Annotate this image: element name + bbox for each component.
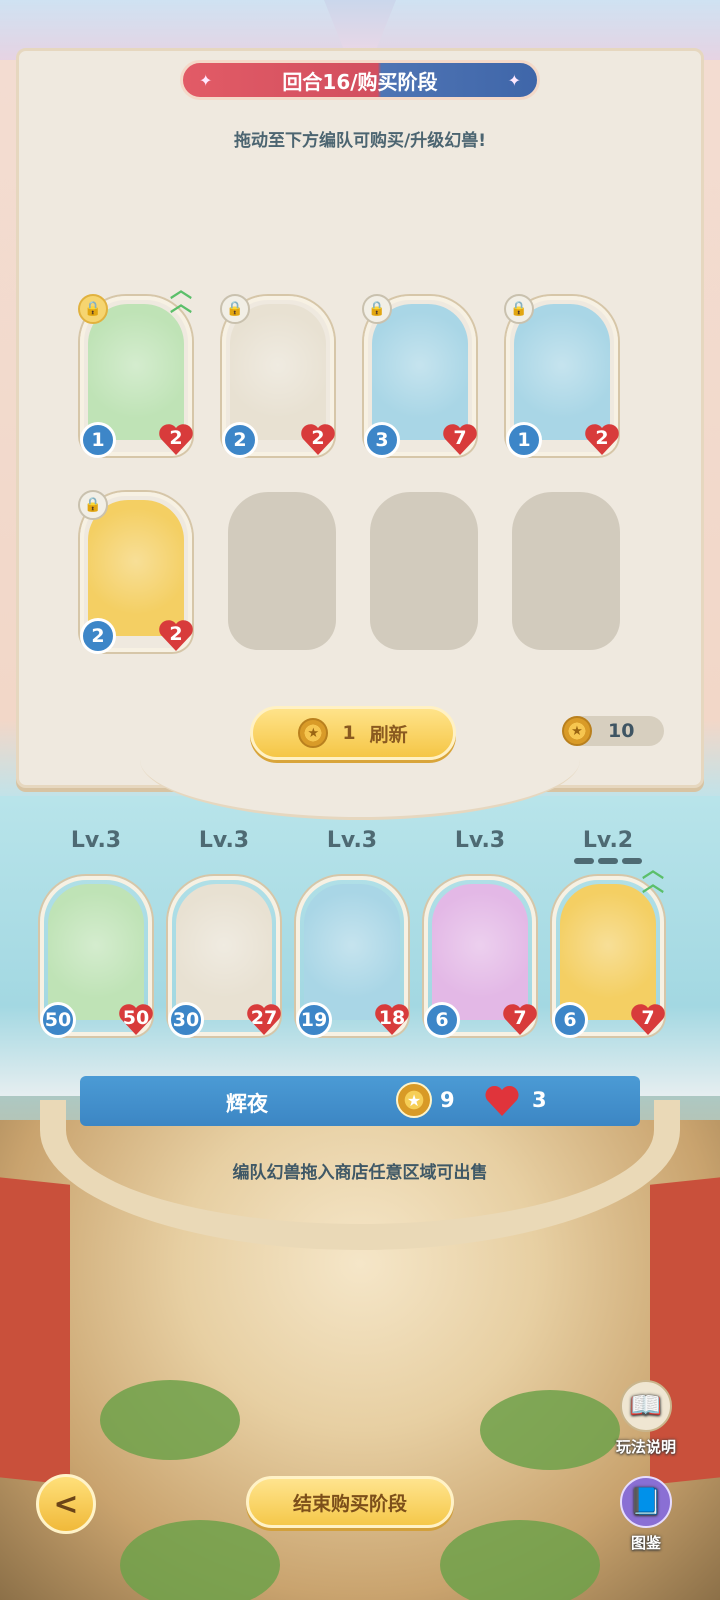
member-level: Lv.3 xyxy=(70,828,122,853)
attack-stat: 50 xyxy=(40,1002,76,1038)
shop-creature-card[interactable]: 🔒 1 2 xyxy=(504,294,618,458)
creature-art xyxy=(48,884,144,1020)
team-creature-card[interactable]: 30 27 xyxy=(168,876,280,1038)
attack-stat: 3 xyxy=(364,422,400,458)
empty-shop-slot[interactable] xyxy=(228,492,336,650)
creature-art xyxy=(560,884,656,1020)
refresh-cost: 1 xyxy=(342,722,356,744)
health-value: 2 xyxy=(311,427,325,449)
health-value: 27 xyxy=(250,1007,278,1029)
shop-instruction: 拖动至下方编队可购买/升级幻兽! xyxy=(234,131,486,151)
team-creature-card[interactable]: 19 18 xyxy=(296,876,408,1038)
back-button[interactable]: < xyxy=(36,1474,96,1534)
coin-balance: ★ 10 xyxy=(562,716,664,746)
creature-art xyxy=(88,500,184,636)
coin-balance-value: 10 xyxy=(608,720,635,742)
medal-count: 9 xyxy=(440,1088,455,1112)
health-value: 2 xyxy=(595,427,609,449)
lock-open-icon[interactable]: 🔒 xyxy=(504,294,534,324)
health-value: 7 xyxy=(641,1007,655,1029)
health-value: 50 xyxy=(122,1007,150,1029)
creature-art xyxy=(304,884,400,1020)
health-value: 2 xyxy=(169,427,183,449)
coin-icon: ★ xyxy=(298,718,329,748)
round-title-ribbon: ✦ 回合16/购买阶段 ✦ xyxy=(180,60,540,100)
health-value: 7 xyxy=(453,427,467,449)
bush xyxy=(100,1380,240,1460)
coin-icon: ★ xyxy=(562,716,592,746)
member-level: Lv.2 xyxy=(582,828,634,853)
heart-icon xyxy=(484,1084,520,1118)
player-info-bar: 辉夜 ★ 9 3 xyxy=(80,1076,640,1126)
creature-art xyxy=(88,304,184,440)
attack-stat: 2 xyxy=(80,618,116,654)
attack-stat: 6 xyxy=(552,1002,588,1038)
back-arrow-icon: < xyxy=(53,1486,79,1522)
shop-creature-card[interactable]: 🔒 3 7 xyxy=(362,294,476,458)
health-value: 2 xyxy=(169,623,183,645)
book-icon: 📖 xyxy=(620,1380,672,1432)
attack-stat: 19 xyxy=(296,1002,332,1038)
attack-stat: 6 xyxy=(424,1002,460,1038)
upgrade-chevron-icon: ︿ ︿ xyxy=(641,858,664,897)
health-value: 18 xyxy=(378,1007,406,1029)
sell-hint: 编队幻兽拖入商店任意区域可出售 xyxy=(232,1163,488,1183)
team-creature-card[interactable]: ︿ ︿ 6 7 xyxy=(552,860,664,1038)
upgrade-chevron-icon: ︿ ︿ xyxy=(169,278,192,317)
attack-stat: 1 xyxy=(80,422,116,458)
lock-open-icon[interactable]: 🔒 xyxy=(362,294,392,324)
sparkle-icon: ✦ xyxy=(507,71,521,90)
lock-open-icon[interactable]: 🔒 xyxy=(220,294,250,324)
attack-stat: 1 xyxy=(506,422,542,458)
creature-art xyxy=(372,304,468,440)
shop-creature-card[interactable]: 🔒 2 2 xyxy=(220,294,334,458)
bush xyxy=(440,1520,600,1600)
level-progress-pips xyxy=(574,858,642,864)
medal-icon: ★ xyxy=(396,1082,432,1118)
lock-closed-icon[interactable]: 🔒 xyxy=(78,294,108,324)
bush xyxy=(480,1390,620,1470)
health-value: 7 xyxy=(513,1007,527,1029)
refresh-button[interactable]: ★ 1 刷新 xyxy=(250,706,456,760)
codex-label: 图鉴 xyxy=(630,1534,661,1552)
member-level: Lv.3 xyxy=(454,828,506,853)
lock-open-icon[interactable]: 🔒 xyxy=(78,490,108,520)
attack-stat: 30 xyxy=(168,1002,204,1038)
creature-art xyxy=(176,884,272,1020)
team-creature-card[interactable]: 67 xyxy=(424,876,536,1038)
guide-button[interactable]: 📖 玩法说明 xyxy=(606,1380,686,1457)
bush xyxy=(120,1520,280,1600)
codex-button[interactable]: 📘 图鉴 xyxy=(606,1476,686,1553)
left-banner xyxy=(0,1175,70,1485)
member-level: Lv.3 xyxy=(198,828,250,853)
team-creature-card[interactable]: 50 50 xyxy=(40,876,152,1038)
creature-art xyxy=(230,304,326,440)
sparkle-icon: ✦ xyxy=(199,71,213,90)
shop-creature-card[interactable]: 🔒 ︿ ︿ 1 2 xyxy=(78,280,192,458)
codex-icon: 📘 xyxy=(620,1476,672,1528)
attack-stat: 2 xyxy=(222,422,258,458)
member-level: Lv.3 xyxy=(326,828,378,853)
creature-art xyxy=(432,884,528,1020)
guide-label: 玩法说明 xyxy=(615,1438,676,1456)
player-name: 辉夜 xyxy=(226,1092,268,1116)
round-title: 回合16/购买阶段 xyxy=(282,69,438,94)
lives-count: 3 xyxy=(532,1088,547,1112)
shop-creature-card[interactable]: 🔒 2 2 xyxy=(78,490,192,654)
refresh-label: 刷新 xyxy=(369,723,408,746)
empty-shop-slot[interactable] xyxy=(512,492,620,650)
empty-shop-slot[interactable] xyxy=(370,492,478,650)
end-buy-phase-button[interactable]: 结束购买阶段 xyxy=(246,1476,454,1528)
end-buy-phase-label: 结束购买阶段 xyxy=(292,1492,407,1515)
creature-art xyxy=(514,304,610,440)
